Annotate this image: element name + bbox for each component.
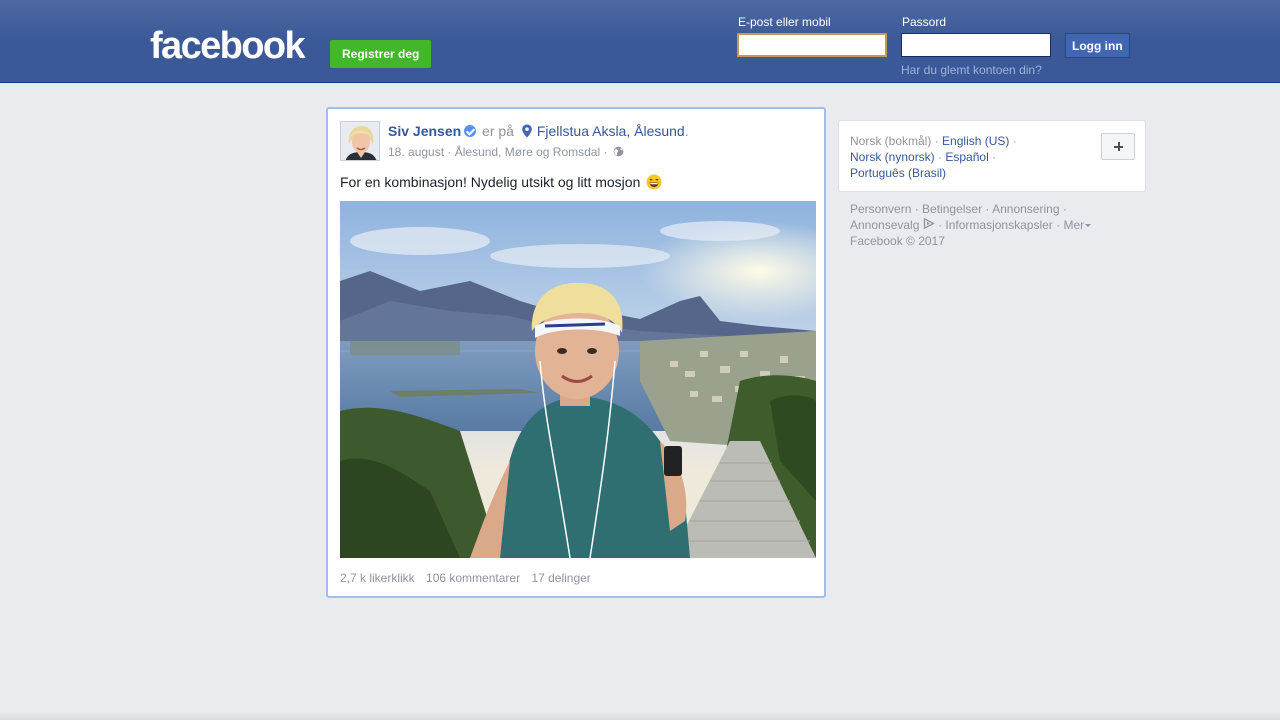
location-pin-icon <box>522 124 532 138</box>
footer-link-more[interactable]: Mer <box>1063 218 1092 232</box>
footer-link-advertising[interactable]: Annonsering <box>992 202 1059 216</box>
language-separator: · <box>1012 134 1017 148</box>
post-header: Siv Jensen er på Fjellstua Aksla, Ålesun… <box>388 123 689 139</box>
footer-links: Personvern · Betingelser · Annonsering ·… <box>850 201 1110 249</box>
language-english-us[interactable]: English (US) <box>942 134 1009 148</box>
email-input[interactable] <box>737 33 887 57</box>
footer-link-privacy[interactable]: Personvern <box>850 202 911 216</box>
email-label: E-post eller mobil <box>738 15 831 29</box>
top-bar: facebook Registrer deg E-post eller mobi… <box>0 0 1280 83</box>
meta-separator: · <box>447 145 452 159</box>
post-photo[interactable] <box>340 201 816 558</box>
post-meta: 18. august · Ålesund, Møre og Romsdal · <box>388 145 624 159</box>
post-message: For en kombinasjon! Nydelig utsikt og li… <box>340 174 662 190</box>
post-place[interactable]: Ålesund, Møre og Romsdal <box>455 145 600 159</box>
meta-separator: · <box>603 145 608 159</box>
shares-count[interactable]: 17 delinger <box>531 571 590 585</box>
language-espanol[interactable]: Español <box>945 150 988 164</box>
post-photo-image <box>340 201 816 558</box>
language-list: Norsk (bokmål) · English (US) · Norsk (n… <box>850 133 1050 181</box>
avatar-image <box>341 122 379 160</box>
footer-link-cookies[interactable]: Informasjonskapsler <box>945 218 1052 232</box>
language-separator: · <box>938 150 943 164</box>
adchoices-label: Annonsevalg <box>850 218 920 232</box>
verified-badge-icon <box>464 125 477 137</box>
author-avatar[interactable] <box>340 121 380 161</box>
adchoices-icon <box>923 218 935 229</box>
post-card: Siv Jensen er på Fjellstua Aksla, Ålesun… <box>326 107 826 598</box>
more-languages-button[interactable] <box>1101 133 1135 160</box>
password-input[interactable] <box>901 33 1051 57</box>
current-language: Norsk (bokmål) <box>850 134 932 148</box>
bottom-shadow <box>0 712 1280 720</box>
post-action: er på <box>482 123 514 139</box>
post-stats: 2,7 k likerklikk 106 kommentarer 17 deli… <box>340 571 599 585</box>
comments-count[interactable]: 106 kommentarer <box>426 571 520 585</box>
post-message-text: For en kombinasjon! Nydelig utsikt og li… <box>340 174 641 190</box>
plus-icon <box>1114 142 1123 151</box>
post-date[interactable]: 18. august <box>388 145 444 159</box>
language-separator: · <box>934 134 939 148</box>
language-norsk-nynorsk[interactable]: Norsk (nynorsk) <box>850 150 935 164</box>
location-suffix: . <box>684 123 689 139</box>
footer-link-adchoices[interactable]: Annonsevalg <box>850 218 935 232</box>
language-selector: Norsk (bokmål) · English (US) · Norsk (n… <box>838 120 1146 192</box>
globe-icon[interactable] <box>613 146 624 157</box>
login-button[interactable]: Logg inn <box>1065 33 1130 58</box>
location-link[interactable]: Fjellstua Aksla, Ålesund <box>537 123 685 139</box>
language-portugues-brasil[interactable]: Português (Brasil) <box>850 166 946 180</box>
forgot-account-link[interactable]: Har du glemt kontoen din? <box>901 63 1042 77</box>
register-button[interactable]: Registrer deg <box>330 40 432 68</box>
more-label: Mer <box>1063 218 1085 232</box>
author-name[interactable]: Siv Jensen <box>388 123 461 139</box>
copyright: Facebook © 2017 <box>850 234 945 248</box>
footer-link-terms[interactable]: Betingelser <box>922 202 982 216</box>
likes-count[interactable]: 2,7 k likerklikk <box>340 571 415 585</box>
password-label: Passord <box>902 15 947 29</box>
facebook-logo[interactable]: facebook <box>150 26 306 66</box>
grinning-emoji-icon <box>646 174 662 190</box>
language-separator: · <box>992 150 997 164</box>
caret-down-icon <box>1085 224 1092 227</box>
